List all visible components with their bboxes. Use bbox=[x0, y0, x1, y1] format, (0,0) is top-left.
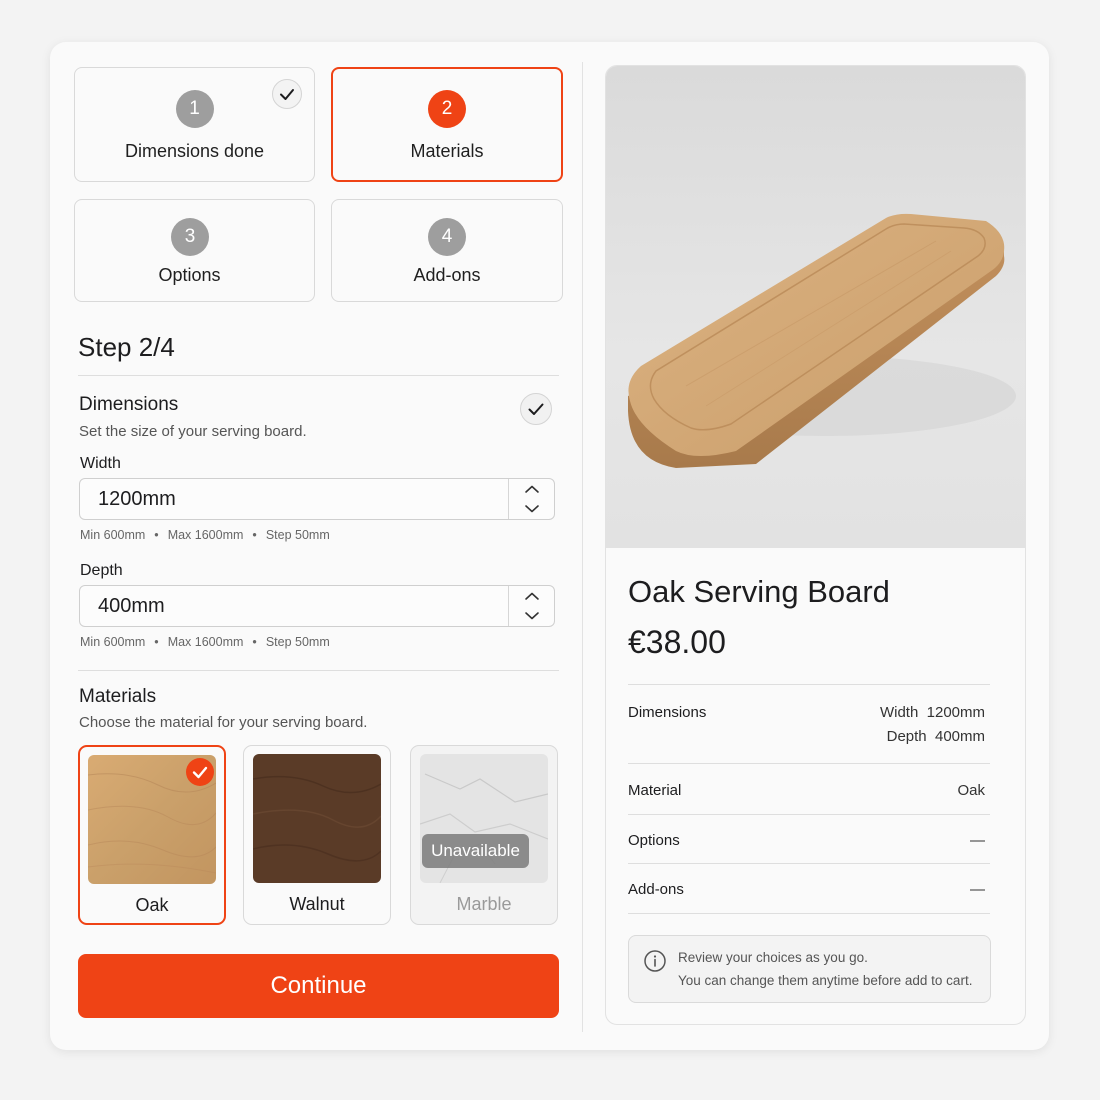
material-label: Oak bbox=[135, 895, 169, 915]
summary-row-label: Dimensions bbox=[628, 704, 707, 721]
product-image bbox=[606, 66, 1025, 548]
depth-hint: Min 600mm • Max 1600mm • Step 50mm bbox=[80, 635, 330, 649]
hint-separator: • bbox=[154, 528, 159, 542]
step-tile-add-ons[interactable]: 4 Add-ons bbox=[331, 199, 563, 302]
step-tile-materials[interactable]: 2 Materials bbox=[331, 67, 563, 182]
materials-title: Materials bbox=[79, 686, 157, 707]
summary-row-value: — bbox=[970, 881, 985, 898]
chevron-up-icon[interactable] bbox=[509, 479, 554, 499]
divider bbox=[78, 670, 559, 671]
width-stepper[interactable]: 1200mm bbox=[79, 478, 555, 520]
materials-description: Choose the material for your serving boa… bbox=[79, 714, 368, 731]
material-option-marble: Unavailable Marble bbox=[410, 745, 558, 925]
continue-button[interactable]: Continue bbox=[78, 954, 559, 1018]
step-tile-dimensions[interactable]: 1 Dimensions done bbox=[74, 67, 315, 182]
step-heading: Step 2/4 bbox=[78, 332, 175, 362]
divider bbox=[628, 684, 990, 685]
summary-row-value: — bbox=[970, 832, 985, 849]
material-option-walnut[interactable]: Walnut bbox=[243, 745, 391, 925]
depth-label: Depth bbox=[80, 562, 123, 579]
step-number-badge: 1 bbox=[175, 90, 214, 128]
summary-row-value: Depth 400mm bbox=[886, 728, 985, 745]
width-stepper-buttons bbox=[508, 479, 554, 519]
material-option-oak[interactable]: Oak bbox=[78, 745, 226, 925]
unavailable-badge: Unavailable bbox=[422, 834, 529, 868]
depth-stepper[interactable]: 400mm bbox=[79, 585, 555, 627]
divider bbox=[628, 763, 990, 764]
chevron-up-icon[interactable] bbox=[509, 586, 554, 606]
step-label: Dimensions done bbox=[124, 141, 265, 161]
hint-max: Max 1600mm bbox=[167, 528, 244, 542]
material-label: Marble bbox=[456, 894, 512, 914]
summary-row-label: Add-ons bbox=[628, 881, 684, 898]
dimensions-description: Set the size of your serving board. bbox=[79, 423, 307, 440]
summary-row-label: Options bbox=[628, 832, 680, 849]
notice-line-1: Review your choices as you go. bbox=[678, 950, 868, 965]
summary-row-value: Width 1200mm bbox=[879, 704, 985, 721]
width-hint: Min 600mm • Max 1600mm • Step 50mm bbox=[80, 528, 330, 542]
step-number-badge: 3 bbox=[171, 218, 209, 256]
divider bbox=[78, 375, 559, 376]
step-label: Options bbox=[158, 265, 221, 285]
divider bbox=[628, 814, 990, 815]
hint-max: Max 1600mm bbox=[167, 635, 244, 649]
hint-separator: • bbox=[154, 635, 159, 649]
hint-min: Min 600mm bbox=[80, 528, 146, 542]
chevron-down-icon[interactable] bbox=[509, 499, 554, 519]
dimensions-title: Dimensions bbox=[79, 394, 179, 415]
order-summary-panel: Oak Serving Board €38.00 Dimensions Widt… bbox=[605, 65, 1026, 1025]
width-label: Width bbox=[80, 455, 121, 472]
step-number-badge: 2 bbox=[428, 90, 466, 128]
step-label: Add-ons bbox=[413, 265, 481, 285]
step-number-badge: 4 bbox=[428, 218, 466, 256]
hint-separator: • bbox=[252, 635, 257, 649]
depth-stepper-buttons bbox=[508, 586, 554, 626]
selected-check-icon bbox=[186, 758, 214, 786]
divider bbox=[628, 863, 990, 864]
notice-line-2: You can change them anytime before add t… bbox=[678, 973, 973, 988]
review-notice: Review your choices as you go. You can c… bbox=[628, 935, 991, 1003]
panel-divider bbox=[582, 62, 583, 1032]
material-label: Walnut bbox=[289, 894, 345, 914]
hint-separator: • bbox=[252, 528, 257, 542]
step-done-check-icon bbox=[272, 79, 302, 109]
chevron-down-icon[interactable] bbox=[509, 606, 554, 626]
depth-value[interactable]: 400mm bbox=[98, 595, 165, 618]
step-tile-options[interactable]: 3 Options bbox=[74, 199, 315, 302]
product-price: €38.00 bbox=[628, 624, 726, 660]
divider bbox=[628, 913, 990, 914]
step-label: Materials bbox=[410, 141, 484, 161]
info-icon bbox=[643, 949, 667, 973]
dimensions-complete-check-icon bbox=[520, 393, 552, 425]
walnut-swatch bbox=[253, 754, 381, 883]
product-title: Oak Serving Board bbox=[628, 574, 890, 609]
summary-row-label: Material bbox=[628, 782, 682, 799]
summary-row-value: Oak bbox=[957, 782, 985, 799]
hint-step: Step 50mm bbox=[265, 635, 330, 649]
hint-min: Min 600mm bbox=[80, 635, 146, 649]
hint-step: Step 50mm bbox=[265, 528, 330, 542]
width-value[interactable]: 1200mm bbox=[98, 488, 176, 511]
